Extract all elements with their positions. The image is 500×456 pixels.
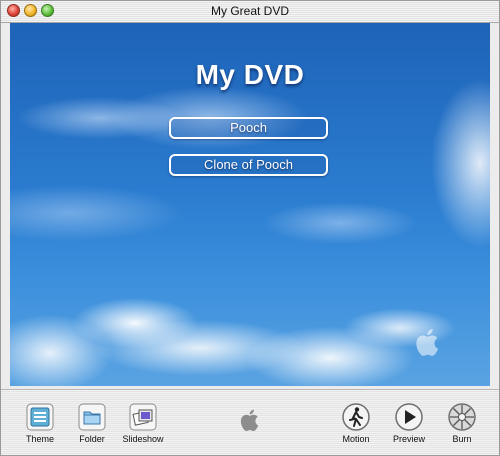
- play-icon: [395, 403, 423, 431]
- preview-button[interactable]: Preview: [384, 402, 434, 444]
- apple-logo-icon: [240, 409, 259, 432]
- folder-label: Folder: [79, 434, 105, 444]
- slideshow-icon: [129, 403, 157, 431]
- window-title: My Great DVD: [210, 4, 289, 18]
- app-window: My Great DVD My DVD Pooch Clone of Pooch…: [0, 0, 500, 456]
- menu-button-clone-of-pooch[interactable]: Clone of Pooch: [169, 154, 328, 176]
- title-bar[interactable]: My Great DVD: [1, 1, 499, 23]
- burn-label: Burn: [452, 434, 472, 444]
- dvd-menu-preview[interactable]: My DVD Pooch Clone of Pooch: [10, 23, 490, 386]
- menu-button-pooch[interactable]: Pooch: [169, 117, 328, 139]
- burn-disc-icon: [448, 403, 476, 431]
- burn-button[interactable]: Burn: [437, 402, 487, 444]
- motion-label: Motion: [342, 434, 370, 444]
- bottom-toolbar: Theme Folder Slideshow Motion Preview Bu…: [1, 389, 499, 455]
- dvd-menu-title[interactable]: My DVD: [10, 59, 490, 91]
- theme-icon: [26, 403, 54, 431]
- folder-button[interactable]: Folder: [67, 402, 117, 444]
- slideshow-button[interactable]: Slideshow: [118, 402, 168, 444]
- theme-button[interactable]: Theme: [15, 402, 65, 444]
- motion-icon: [342, 403, 370, 431]
- folder-icon: [78, 403, 106, 431]
- motion-button[interactable]: Motion: [331, 402, 381, 444]
- theme-label: Theme: [25, 434, 54, 444]
- preview-label: Preview: [392, 434, 425, 444]
- apple-watermark-icon: [416, 329, 438, 356]
- slideshow-label: Slideshow: [122, 434, 164, 444]
